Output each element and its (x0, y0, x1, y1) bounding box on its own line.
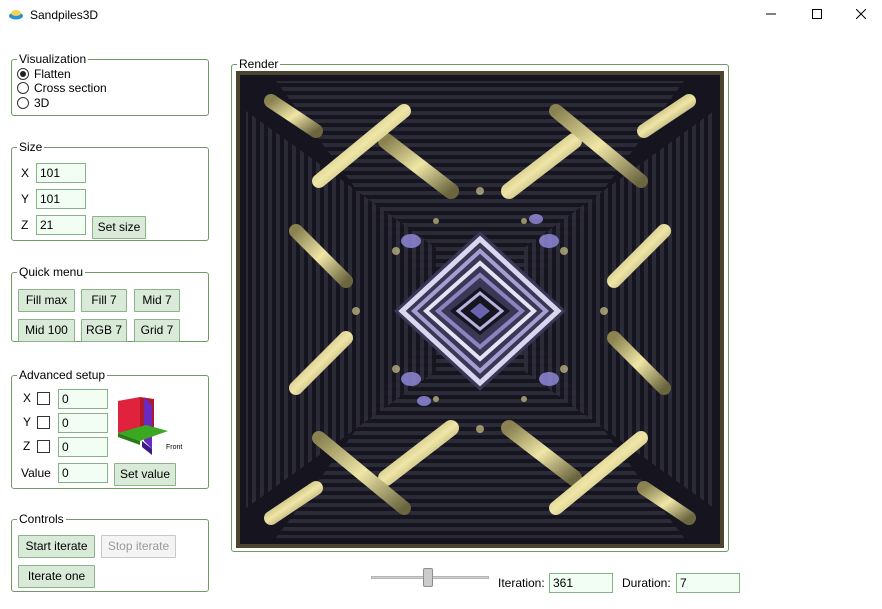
duration-field[interactable]: 7 (676, 573, 740, 593)
minimize-button[interactable] (748, 0, 794, 28)
iterate-one-button[interactable]: Iterate one (18, 565, 95, 588)
render-legend: Render (239, 57, 279, 71)
mid-7-button[interactable]: Mid 7 (134, 289, 180, 312)
radio-label: Cross section (34, 81, 107, 95)
radio-cross-section[interactable]: Cross section (17, 81, 107, 95)
start-iterate-button[interactable]: Start iterate (18, 535, 95, 558)
rgb-7-button[interactable]: RGB 7 (81, 319, 127, 342)
quick-menu-legend: Quick menu (19, 265, 84, 279)
close-icon (856, 9, 866, 19)
size-y-input[interactable]: 101 (36, 189, 86, 209)
app-icon (9, 10, 23, 20)
controls-group: Controls Start iterate Stop iterate Iter… (11, 513, 209, 592)
adv-y-input[interactable]: 0 (58, 413, 108, 433)
title-bar: Sandpiles3D (0, 0, 882, 30)
size-group: Size X 101 Y 101 Z 21 Set size (11, 141, 209, 241)
adv-z-input[interactable]: 0 (58, 437, 108, 457)
radio-indicator (17, 97, 29, 109)
adv-x-label: X (23, 391, 32, 405)
radio-label: Flatten (34, 67, 71, 81)
radio-indicator (17, 68, 29, 80)
visualization-group: Visualization Flatten Cross section 3D (11, 53, 209, 116)
radio-label: 3D (34, 96, 50, 110)
visualization-legend: Visualization (19, 52, 87, 66)
adv-x-checkbox[interactable] (37, 392, 50, 405)
grid-7-button[interactable]: Grid 7 (134, 319, 180, 342)
adv-z-label: Z (23, 439, 31, 453)
adv-y-checkbox[interactable] (37, 416, 50, 429)
set-value-button[interactable]: Set value (114, 463, 176, 486)
adv-z-checkbox[interactable] (37, 440, 50, 453)
radio-indicator (17, 82, 29, 94)
size-z-input[interactable]: 21 (36, 215, 86, 235)
adv-value-label: Value (21, 466, 51, 480)
set-size-button[interactable]: Set size (92, 216, 146, 239)
speed-slider-thumb[interactable] (423, 568, 433, 587)
size-y-label: Y (21, 192, 30, 206)
minimize-icon (766, 13, 776, 15)
iteration-field[interactable]: 361 (549, 573, 613, 593)
advanced-setup-group: Advanced setup X 0 Y 0 Z 0 Value 0 Set v… (11, 369, 209, 489)
close-button[interactable] (838, 0, 882, 28)
quick-menu-group: Quick menu Fill max Fill 7 Mid 7 Mid 100… (11, 266, 209, 342)
radio-3d[interactable]: 3D (17, 96, 49, 110)
duration-label: Duration: (622, 576, 671, 590)
fill-max-button[interactable]: Fill max (18, 289, 75, 312)
adv-y-label: Y (23, 415, 32, 429)
render-canvas[interactable] (236, 71, 724, 548)
maximize-icon (812, 9, 822, 19)
size-z-label: Z (21, 218, 29, 232)
controls-legend: Controls (19, 512, 64, 526)
sandpile-image (236, 71, 724, 548)
mid-100-button[interactable]: Mid 100 (18, 319, 75, 342)
size-x-label: X (21, 166, 30, 180)
axes-front-label: Front (166, 444, 183, 451)
size-legend: Size (19, 140, 43, 154)
advanced-setup-legend: Advanced setup (19, 368, 106, 382)
adv-x-input[interactable]: 0 (58, 389, 108, 409)
stop-iterate-button[interactable]: Stop iterate (101, 535, 176, 558)
window-title: Sandpiles3D (30, 8, 99, 22)
maximize-button[interactable] (794, 0, 840, 28)
iteration-label: Iteration: (498, 576, 545, 590)
fill-7-button[interactable]: Fill 7 (81, 289, 127, 312)
adv-value-input[interactable]: 0 (58, 463, 108, 483)
radio-flatten[interactable]: Flatten (17, 67, 71, 81)
size-x-input[interactable]: 101 (36, 163, 86, 183)
